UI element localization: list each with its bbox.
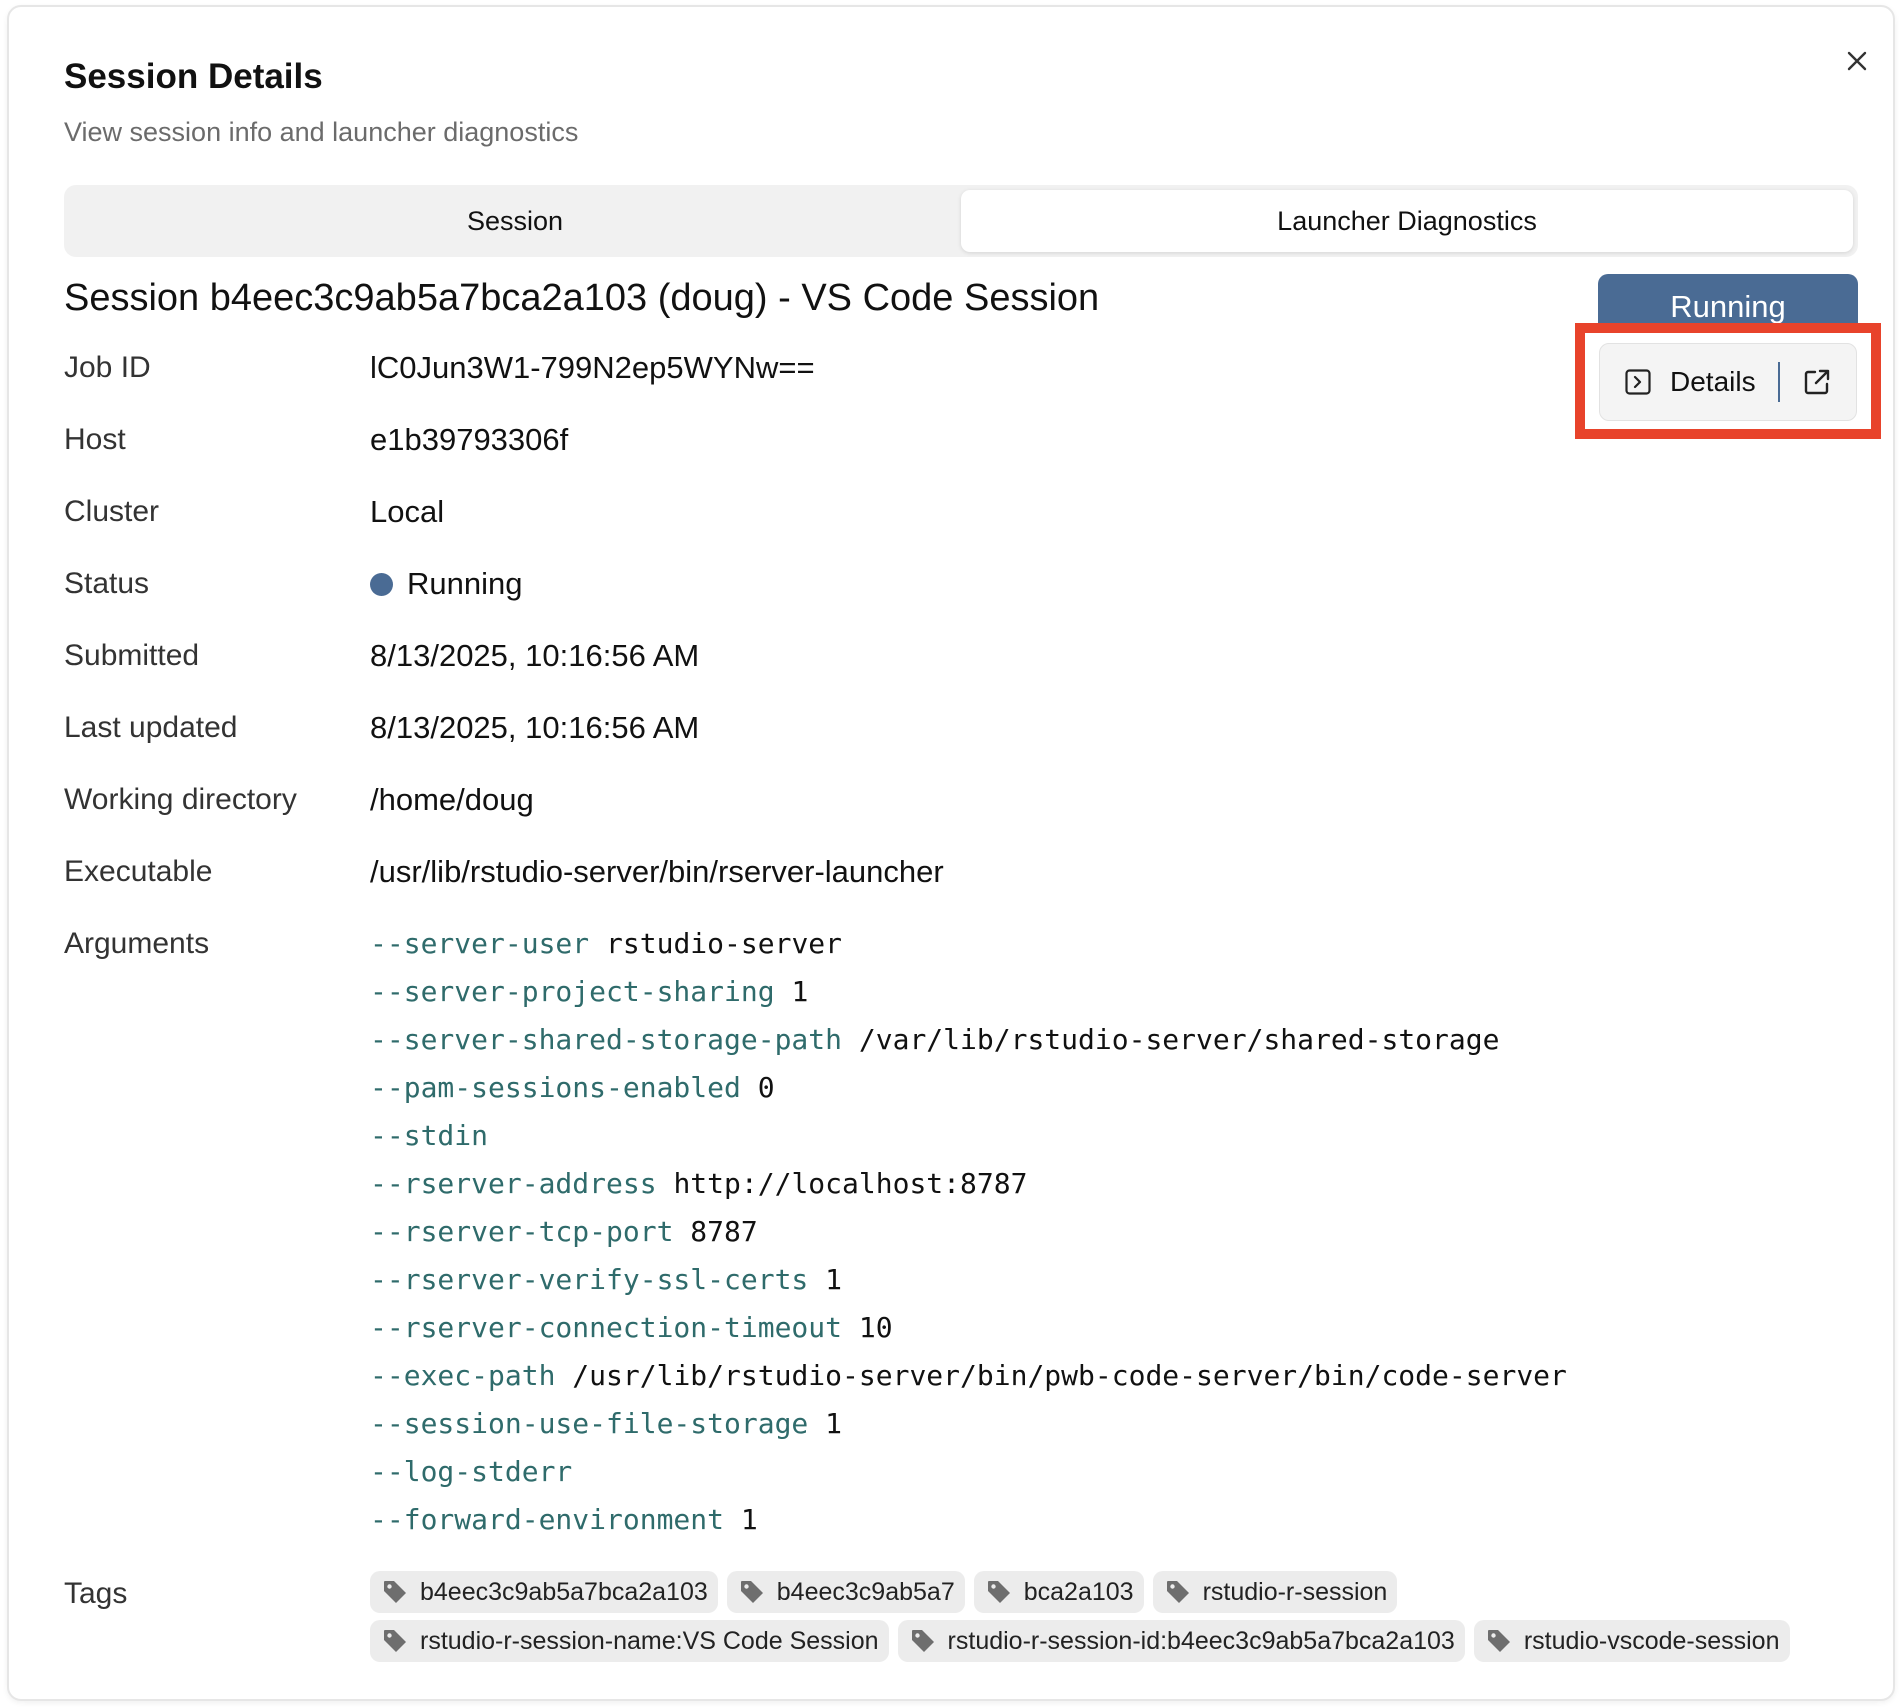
argument-line: --rserver-verify-ssl-certs 1 bbox=[370, 1256, 1567, 1304]
tag-label: b4eec3c9ab5a7bca2a103 bbox=[420, 1577, 708, 1606]
tag-chip: b4eec3c9ab5a7bca2a103 bbox=[370, 1571, 718, 1613]
argument-value: /usr/lib/rstudio-server/bin/pwb-code-ser… bbox=[572, 1359, 1567, 1392]
tag-label: bca2a103 bbox=[1023, 1577, 1134, 1606]
tag-row: rstudio-r-session-name:VS Code Session r… bbox=[370, 1620, 1870, 1662]
tag-chip: b4eec3c9ab5a7 bbox=[726, 1571, 965, 1613]
tag-label: b4eec3c9ab5a7 bbox=[776, 1577, 955, 1606]
external-link-icon bbox=[1804, 369, 1829, 395]
tag-chip: rstudio-r-session-name:VS Code Session bbox=[370, 1620, 889, 1662]
last-updated-value: 8/13/2025, 10:16:56 AM bbox=[370, 710, 700, 745]
status-text: Running bbox=[407, 566, 523, 601]
tag-icon bbox=[739, 1579, 765, 1605]
terminal-chevron-icon bbox=[1624, 368, 1652, 396]
close-button[interactable] bbox=[1839, 43, 1875, 79]
tag-row: b4eec3c9ab5a7bca2a103 b4eec3c9ab5a7 bca2… bbox=[370, 1571, 1870, 1613]
argument-line: --rserver-tcp-port 8787 bbox=[370, 1208, 1567, 1256]
tag-label: rstudio-r-session-id:b4eec3c9ab5a7bca2a1… bbox=[947, 1626, 1455, 1655]
argument-value: /var/lib/rstudio-server/shared-storage bbox=[858, 1023, 1500, 1056]
job-id-value: lC0Jun3W1-799N2ep5WYNw== bbox=[370, 350, 815, 385]
dialog-subtitle: View session info and launcher diagnosti… bbox=[64, 117, 579, 147]
argument-value: 10 bbox=[858, 1311, 893, 1344]
status-value: Running bbox=[370, 566, 522, 602]
details-button-label: Details bbox=[1670, 366, 1756, 397]
argument-value: 1 bbox=[791, 975, 809, 1008]
argument-line: --rserver-connection-timeout 10 bbox=[370, 1304, 1567, 1352]
working-directory-value: /home/doug bbox=[370, 782, 534, 817]
tags-list: b4eec3c9ab5a7bca2a103 b4eec3c9ab5a7 bca2… bbox=[370, 1571, 1870, 1669]
argument-line: --forward-environment 1 bbox=[370, 1496, 1567, 1544]
argument-line: --stdin bbox=[370, 1112, 1567, 1160]
submitted-label: Submitted bbox=[64, 639, 200, 672]
tag-icon bbox=[1486, 1628, 1512, 1654]
tag-label: rstudio-r-session-name:VS Code Session bbox=[420, 1626, 879, 1655]
argument-flag: --session-use-file-storage bbox=[370, 1407, 809, 1440]
argument-line: --log-stderr bbox=[370, 1448, 1567, 1496]
argument-line: --exec-path /usr/lib/rstudio-server/bin/… bbox=[370, 1352, 1567, 1400]
arguments-label: Arguments bbox=[64, 927, 210, 960]
argument-flag: --server-user bbox=[370, 927, 590, 960]
argument-flag: --log-stderr bbox=[370, 1455, 573, 1488]
close-icon bbox=[1847, 51, 1867, 71]
argument-line: --pam-sessions-enabled 0 bbox=[370, 1064, 1567, 1112]
tags-label: Tags bbox=[64, 1577, 128, 1610]
argument-value: 8787 bbox=[690, 1215, 758, 1248]
dialog-title: Session Details bbox=[64, 57, 323, 96]
argument-value: 1 bbox=[740, 1503, 758, 1536]
argument-value: 0 bbox=[757, 1071, 775, 1104]
cluster-label: Cluster bbox=[64, 495, 160, 528]
session-details-dialog: Session Details View session info and la… bbox=[7, 5, 1895, 1701]
host-value: e1b39793306f bbox=[370, 422, 569, 457]
argument-line: --server-project-sharing 1 bbox=[370, 968, 1567, 1016]
tag-chip: rstudio-r-session-id:b4eec3c9ab5a7bca2a1… bbox=[897, 1620, 1465, 1662]
argument-flag: --rserver-verify-ssl-certs bbox=[370, 1263, 809, 1296]
argument-flag: --exec-path bbox=[370, 1359, 556, 1392]
tag-icon bbox=[986, 1579, 1012, 1605]
tag-icon bbox=[382, 1579, 408, 1605]
status-dot bbox=[370, 572, 393, 596]
argument-flag: --server-project-sharing bbox=[370, 975, 775, 1008]
last-updated-label: Last updated bbox=[64, 711, 238, 744]
details-button-group: Details bbox=[1599, 343, 1857, 421]
cluster-value: Local bbox=[370, 494, 445, 529]
argument-flag: --pam-sessions-enabled bbox=[370, 1071, 741, 1104]
tab-bar: Session Launcher Diagnostics bbox=[64, 185, 1858, 257]
session-heading: Session b4eec3c9ab5a7bca2a103 (doug) - V… bbox=[64, 277, 1100, 319]
argument-flag: --stdin bbox=[370, 1119, 489, 1152]
tag-label: rstudio-r-session bbox=[1202, 1577, 1388, 1606]
tag-icon bbox=[910, 1628, 936, 1654]
submitted-value: 8/13/2025, 10:16:56 AM bbox=[370, 638, 700, 673]
tab-launcher-diagnostics[interactable]: Launcher Diagnostics bbox=[961, 190, 1853, 252]
argument-flag: --rserver-connection-timeout bbox=[370, 1311, 843, 1344]
tag-chip: bca2a103 bbox=[973, 1571, 1144, 1613]
tag-icon bbox=[382, 1628, 408, 1654]
argument-value: http://localhost:8787 bbox=[673, 1167, 1028, 1200]
host-label: Host bbox=[64, 423, 126, 456]
executable-label: Executable bbox=[64, 855, 213, 888]
argument-line: --session-use-file-storage 1 bbox=[370, 1400, 1567, 1448]
argument-flag: --rserver-address bbox=[370, 1167, 657, 1200]
argument-value: 1 bbox=[825, 1407, 843, 1440]
open-external-button[interactable] bbox=[1780, 344, 1854, 420]
argument-flag: --rserver-tcp-port bbox=[370, 1215, 674, 1248]
arguments-list: --server-user rstudio-server --server-pr… bbox=[370, 920, 1567, 1544]
argument-flag: --server-shared-storage-path bbox=[370, 1023, 843, 1056]
tag-chip: rstudio-r-session bbox=[1152, 1571, 1398, 1613]
details-button[interactable]: Details bbox=[1600, 344, 1778, 420]
argument-line: --server-user rstudio-server bbox=[370, 920, 1567, 968]
executable-value: /usr/lib/rstudio-server/bin/rserver-laun… bbox=[370, 854, 944, 889]
argument-flag: --forward-environment bbox=[370, 1503, 725, 1536]
argument-line: --server-shared-storage-path /var/lib/rs… bbox=[370, 1016, 1567, 1064]
status-label: Status bbox=[64, 567, 150, 600]
working-directory-label: Working directory bbox=[64, 783, 297, 816]
argument-value: rstudio-server bbox=[606, 927, 843, 960]
argument-value: 1 bbox=[825, 1263, 843, 1296]
tag-label: rstudio-vscode-session bbox=[1523, 1626, 1780, 1655]
argument-line: --rserver-address http://localhost:8787 bbox=[370, 1160, 1567, 1208]
job-id-label: Job ID bbox=[64, 351, 151, 384]
tag-icon bbox=[1165, 1579, 1191, 1605]
tab-session[interactable]: Session bbox=[69, 190, 961, 252]
tag-chip: rstudio-vscode-session bbox=[1473, 1620, 1790, 1662]
